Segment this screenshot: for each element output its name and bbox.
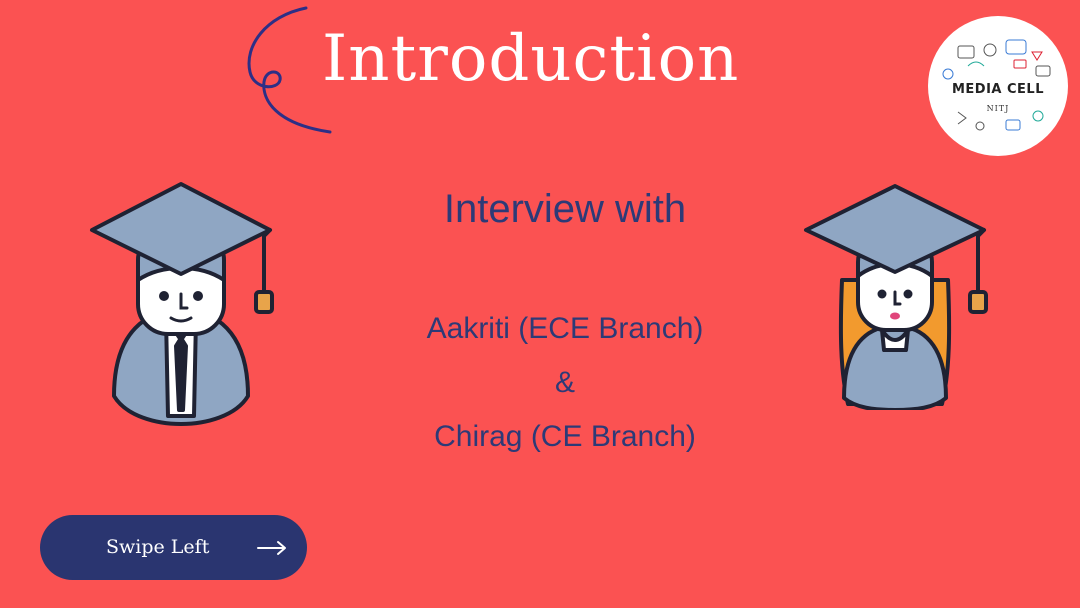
interviewee-1: Aakriti (ECE Branch): [426, 312, 704, 345]
interviewee-connector: &: [554, 366, 575, 399]
graduate-boy-icon: [90, 182, 274, 426]
logo-title: MEDIA CELL: [951, 82, 1045, 97]
logo-subtitle: NITJ: [986, 104, 1010, 113]
interviewee-list: Aakriti (ECE Branch) & Chirag (CE Branch…: [370, 302, 760, 464]
page-title: Introduction: [322, 22, 740, 96]
swipe-left-label: Swipe Left: [106, 536, 210, 558]
graduate-girl-icon: [804, 184, 988, 410]
interview-heading: Interview with: [443, 187, 687, 231]
swipe-left-button[interactable]: Swipe Left: [40, 515, 307, 580]
interviewee-2: Chirag (CE Branch): [434, 420, 696, 453]
right-arrow-icon: [257, 541, 286, 555]
swirl-decoration-icon: [247, 6, 332, 134]
media-cell-logo: MEDIA CELL NITJ: [928, 16, 1068, 156]
